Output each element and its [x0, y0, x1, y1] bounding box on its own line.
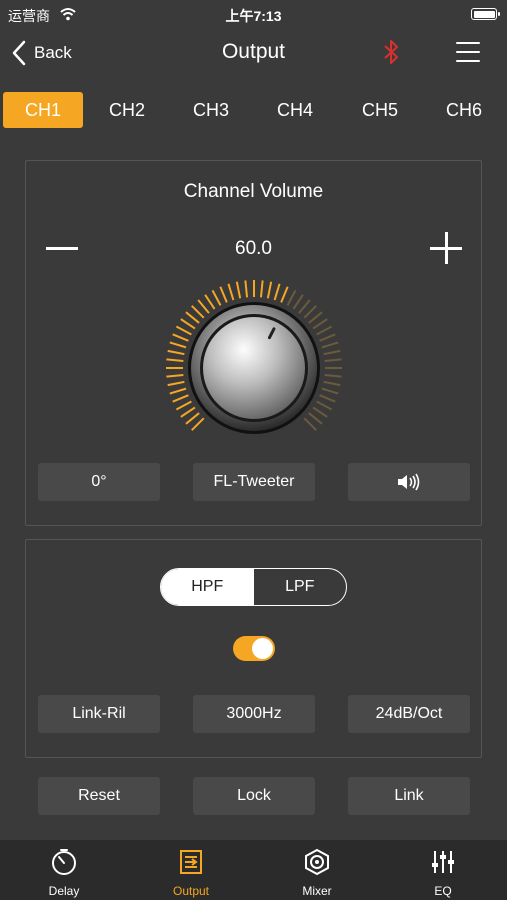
- knob-graphic: [166, 280, 342, 434]
- mixer-icon: [305, 848, 329, 876]
- back-button[interactable]: Back: [12, 36, 72, 70]
- knob-tick: [175, 400, 192, 411]
- knob-tick: [175, 325, 192, 336]
- tab-ch2[interactable]: CH2: [87, 92, 167, 128]
- filter-slope-button[interactable]: 24dB/Oct: [348, 695, 470, 733]
- knob-tick: [167, 380, 185, 387]
- tab-mixer-label: Mixer: [302, 884, 332, 898]
- knob-tick: [180, 318, 196, 330]
- filter-type-toggle: HPF LPF: [160, 568, 347, 606]
- knob-tick: [169, 387, 187, 395]
- knob-tick: [324, 373, 342, 378]
- knob-tick: [323, 349, 341, 356]
- knob-tick: [321, 387, 339, 395]
- menu-icon[interactable]: [456, 42, 480, 62]
- tab-ch1[interactable]: CH1: [3, 92, 83, 128]
- battery-icon: [471, 8, 500, 20]
- reset-button[interactable]: Reset: [38, 777, 160, 815]
- volume-increase-button[interactable]: [430, 232, 462, 264]
- knob-tick: [172, 394, 189, 403]
- knob-tick: [323, 380, 341, 387]
- knob-tick: [244, 280, 249, 298]
- status-time: 上午7:13: [225, 8, 282, 24]
- speaker-name-button[interactable]: FL-Tweeter: [193, 463, 315, 501]
- link-button[interactable]: Link: [348, 777, 470, 815]
- filter-enable-switch[interactable]: [233, 636, 275, 661]
- filter-type-button[interactable]: Link-Ril: [38, 695, 160, 733]
- switch-thumb: [252, 638, 273, 659]
- knob-tick: [292, 294, 304, 310]
- volume-value: 60.0: [235, 238, 272, 259]
- filter-frequency-button[interactable]: 3000Hz: [193, 695, 315, 733]
- tab-output[interactable]: Output: [146, 840, 236, 900]
- bottom-tab-bar: Delay Output Mixer EQ: [0, 840, 507, 900]
- knob-tick: [185, 311, 200, 324]
- tab-mixer[interactable]: Mixer: [272, 840, 362, 900]
- tab-delay-label: Delay: [48, 884, 80, 898]
- chevron-left-icon: [12, 40, 26, 66]
- knob-tick: [167, 349, 185, 356]
- tab-delay[interactable]: Delay: [19, 840, 109, 900]
- knob-tick: [259, 280, 264, 298]
- tab-output-label: Output: [172, 884, 210, 898]
- knob-tick: [308, 412, 323, 425]
- phase-button[interactable]: 0°: [38, 463, 160, 501]
- timer-icon: [52, 849, 76, 875]
- status-bar: 运营商 上午7:13: [0, 0, 507, 28]
- lpf-tab[interactable]: LPF: [254, 569, 347, 605]
- knob-tick: [185, 412, 200, 425]
- knob-tick: [235, 281, 242, 299]
- knob-tick: [319, 333, 336, 342]
- volume-title: Channel Volume: [183, 181, 324, 202]
- knob-tick: [166, 373, 184, 378]
- knob-tick: [204, 294, 216, 310]
- knob-tick: [324, 358, 342, 363]
- output-icon: [180, 850, 202, 874]
- mute-button[interactable]: [348, 463, 470, 501]
- knob-tick: [319, 394, 336, 403]
- bluetooth-icon[interactable]: [380, 38, 402, 66]
- hpf-tab[interactable]: HPF: [161, 569, 254, 605]
- tab-ch6[interactable]: CH6: [424, 92, 504, 128]
- knob-tick: [197, 299, 210, 314]
- eq-sliders-icon: [432, 851, 454, 873]
- knob-tick: [227, 283, 235, 301]
- knob-tick: [308, 311, 323, 324]
- knob-tick: [191, 305, 205, 319]
- tab-ch5[interactable]: CH5: [340, 92, 420, 128]
- back-label: Back: [34, 43, 72, 62]
- page-title: Output: [221, 40, 286, 63]
- knob-tick: [286, 289, 297, 306]
- knob-tick: [273, 283, 281, 301]
- speaker-volume-icon: [398, 473, 420, 491]
- tab-eq[interactable]: EQ: [398, 840, 488, 900]
- channel-tabs: CH1 CH2 CH3 CH4 CH5 CH6: [0, 92, 507, 128]
- knob-tick: [166, 358, 184, 363]
- knob-tick: [321, 341, 339, 349]
- knob-tick: [219, 286, 228, 303]
- tab-eq-label: EQ: [434, 884, 452, 898]
- knob-tick: [191, 417, 205, 431]
- volume-knob[interactable]: [161, 275, 347, 461]
- knob-tick: [298, 299, 311, 314]
- knob-tick: [312, 318, 328, 330]
- knob-tick: [316, 400, 333, 411]
- knob-tick: [266, 281, 273, 299]
- tab-ch3[interactable]: CH3: [171, 92, 251, 128]
- lock-button[interactable]: Lock: [193, 777, 315, 815]
- knob-tick: [180, 406, 196, 418]
- knob-tick: [316, 325, 333, 336]
- knob-tick: [172, 333, 189, 342]
- knob-tick: [312, 406, 328, 418]
- knob-tick: [211, 289, 222, 306]
- knob-tick: [303, 417, 317, 431]
- knob-tick: [280, 286, 289, 303]
- knob-tick: [169, 341, 187, 349]
- tab-ch4[interactable]: CH4: [255, 92, 335, 128]
- knob-tick: [303, 305, 317, 319]
